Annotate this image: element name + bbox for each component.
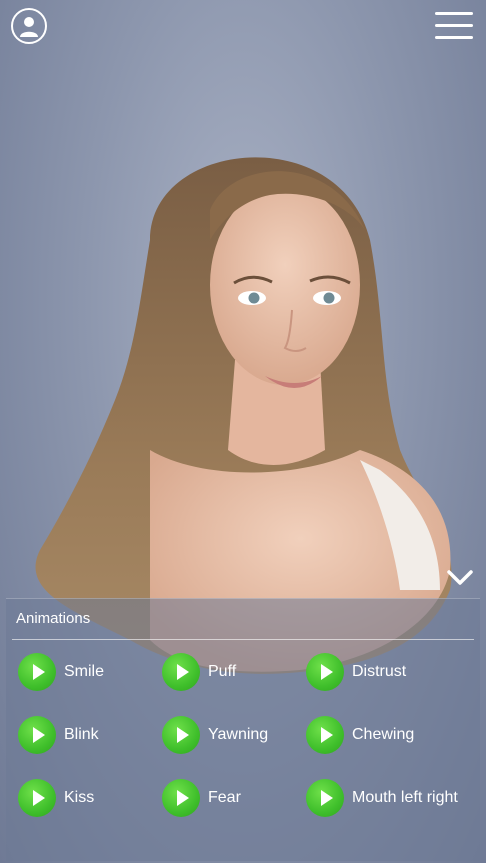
animation-label: Fear — [208, 789, 241, 806]
avatar-3d-view[interactable] — [0, 120, 486, 680]
animation-label: Mouth left right — [352, 789, 458, 806]
user-icon — [20, 17, 38, 37]
menu-line — [435, 24, 473, 27]
chevron-down-icon — [447, 570, 473, 585]
animation-label: Blink — [64, 726, 99, 743]
animation-label: Yawning — [208, 726, 269, 743]
profile-button[interactable] — [11, 8, 47, 44]
avatar-portrait — [35, 157, 452, 674]
play-icon — [18, 779, 56, 817]
collapse-panel-button[interactable] — [446, 566, 474, 588]
animation-smile[interactable]: Smile — [18, 652, 104, 692]
menu-line — [435, 12, 473, 15]
animations-panel: Animations Smile Puff Distrust Blink Yaw… — [6, 598, 480, 861]
animation-blink[interactable]: Blink — [18, 715, 99, 755]
play-icon — [18, 653, 56, 691]
play-icon — [162, 779, 200, 817]
animation-label: Chewing — [352, 726, 415, 743]
animation-fear[interactable]: Fear — [162, 778, 241, 818]
top-bar — [0, 0, 486, 60]
animation-label: Kiss — [64, 789, 95, 806]
animation-kiss[interactable]: Kiss — [18, 778, 94, 818]
play-icon — [162, 716, 200, 754]
animation-chewing[interactable]: Chewing — [306, 715, 414, 755]
hamburger-menu-button[interactable] — [435, 12, 473, 42]
panel-title: Animations — [16, 610, 91, 627]
animation-label: Distrust — [352, 663, 407, 680]
menu-line — [435, 36, 473, 39]
play-icon — [306, 653, 344, 691]
play-icon — [162, 653, 200, 691]
animation-mouth-left-right[interactable]: Mouth left right — [306, 778, 458, 818]
play-icon — [306, 779, 344, 817]
animation-puff[interactable]: Puff — [162, 652, 236, 692]
animation-yawning[interactable]: Yawning — [162, 715, 268, 755]
play-icon — [18, 716, 56, 754]
divider — [12, 639, 474, 640]
animation-label: Puff — [208, 663, 237, 680]
avatar-face — [210, 185, 360, 385]
animation-distrust[interactable]: Distrust — [306, 652, 406, 692]
play-icon — [306, 716, 344, 754]
animation-label: Smile — [64, 663, 105, 680]
